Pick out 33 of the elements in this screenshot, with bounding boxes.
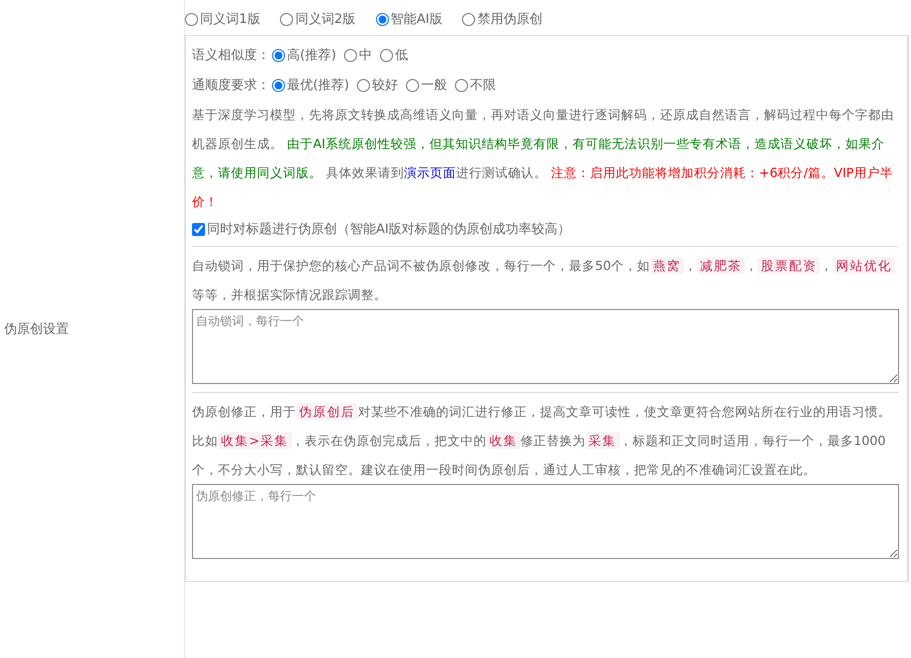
radio-option[interactable]: 最优(推荐) xyxy=(272,76,350,94)
radio-option[interactable]: 高(推荐) xyxy=(272,46,336,64)
radio-button[interactable] xyxy=(185,12,198,26)
radio-button[interactable] xyxy=(455,78,468,92)
correction-field[interactable]: 伪原创修正，每行一个 xyxy=(192,484,899,559)
radio-option[interactable]: 不限 xyxy=(455,76,496,94)
radio-button[interactable] xyxy=(272,48,285,62)
radio-button[interactable] xyxy=(462,12,476,26)
radio-option[interactable]: 禁用伪原创 xyxy=(462,10,542,28)
radio-button[interactable] xyxy=(272,78,285,92)
section-label: 伪原创设置 xyxy=(4,321,69,338)
description-text: 伪原创修正，用于 伪原创后 对某些不准确的词汇进行修正，提高文章可读性，使文章更符合您网站所在行业的用语习惯。比如 收集>采集 ，表示在伪原创完成后，把文中的 收集 修正替换为 采集 ，标题和正文同时适用，每行一个，最多1000个，不分大小写，默认留空。建议在使用一段时间伪原创后，通过人工审核，把常见的不准确词汇设置在此。 xyxy=(192,402,892,479)
description-text: 基于深度学习模型，先将原文转换成高维语义向量，再对语义向量进行逐词解码，还原成自然语言，解码过程中每个字都由机器原创生成。 由于AI系统原创性较强，但其知识结构毕竟有限，有可能无法识别一些专有术语，造成语义破坏，如果介意，请使用同义词版。 具体效果请到演示页面进行测试确认。 注意：启用此功能将增加积分消耗：+6积分/篇。VIP用户半价！ xyxy=(192,106,895,211)
radio-option[interactable]: 一般 xyxy=(406,76,448,94)
radio-button[interactable] xyxy=(406,78,420,92)
description-text: 自动锁词，用于保护您的核心产品词不被伪原创修改，每行一个，最多50个，如 燕窝 ， 减肥茶 ， 股票配资 ， 网站优化 等等，并根据实际情况跟踪调整。 xyxy=(192,251,899,309)
demo-link[interactable]: 演示页面 xyxy=(404,165,456,180)
radio-option[interactable]: 智能AI版 xyxy=(376,10,442,28)
radio-button[interactable] xyxy=(376,12,389,26)
checkbox[interactable] xyxy=(192,222,205,236)
field-label: 通顺度要求： xyxy=(192,77,270,94)
radio-button[interactable] xyxy=(380,48,394,62)
lock-words-field[interactable]: 自动锁词，每行一个 xyxy=(192,309,899,384)
radio-option[interactable]: 中 xyxy=(344,46,372,64)
field-label: 语义相似度： xyxy=(192,47,270,64)
radio-option[interactable]: 同义词2版 xyxy=(280,10,356,28)
radio-option[interactable]: 低 xyxy=(380,46,408,64)
checkbox-option[interactable]: 同时对标题进行伪原创（智能AI版对标题的伪原创成功率较高） xyxy=(192,216,899,242)
radio-option[interactable]: 同义词1版 xyxy=(185,10,260,28)
radio-option[interactable]: 较好 xyxy=(357,76,398,94)
radio-button[interactable] xyxy=(344,48,358,62)
radio-button[interactable] xyxy=(357,78,370,92)
radio-button[interactable] xyxy=(280,12,294,26)
